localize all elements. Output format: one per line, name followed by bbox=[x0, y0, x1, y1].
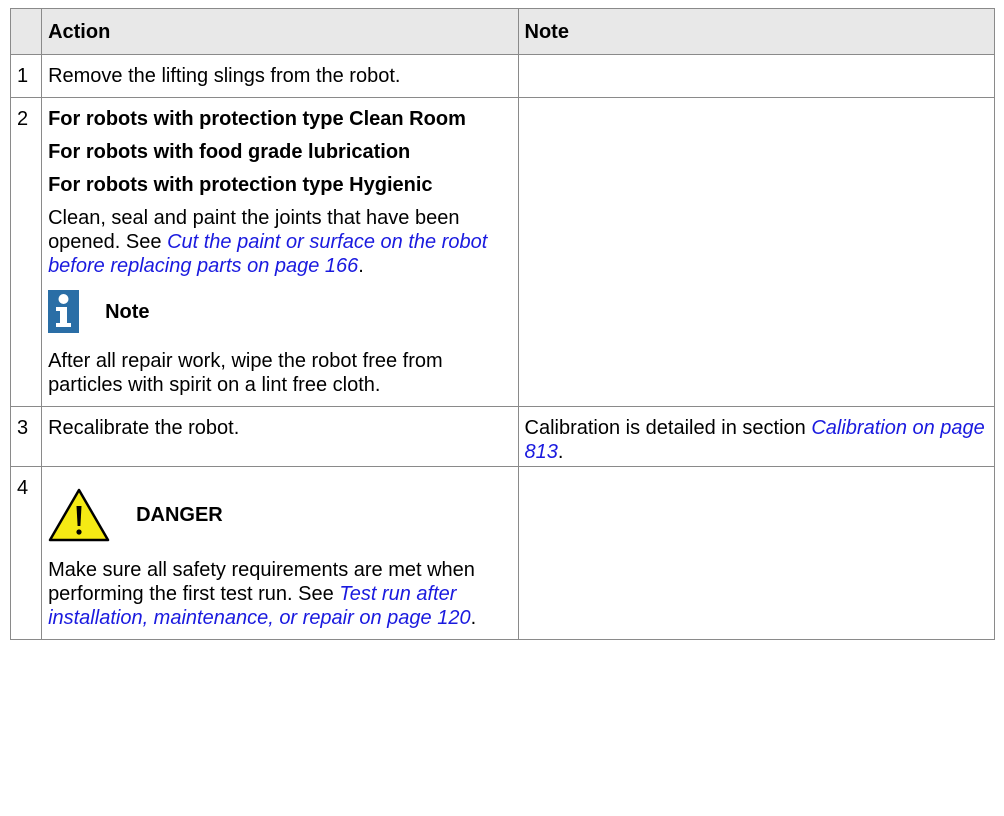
danger-admonition: DANGER bbox=[48, 488, 511, 542]
note-cell bbox=[517, 97, 996, 407]
note-cell bbox=[517, 466, 996, 640]
instruction-suffix: . bbox=[358, 255, 364, 277]
instruction-paragraph: Clean, seal and paint the joints that ha… bbox=[48, 206, 511, 278]
step-number: 3 bbox=[9, 406, 43, 467]
action-cell: For robots with protection type Clean Ro… bbox=[41, 97, 519, 407]
note-cell: Calibration is detailed in section Calib… bbox=[517, 406, 996, 467]
action-cell: Recalibrate the robot. bbox=[41, 406, 519, 467]
condition-heading: For robots with protection type Hygienic bbox=[48, 174, 433, 196]
table-row: 3 Recalibrate the robot. Calibration is … bbox=[9, 406, 996, 467]
note-text: Calibration is detailed in section bbox=[524, 417, 812, 439]
header-number bbox=[9, 8, 43, 55]
note-cell bbox=[517, 54, 996, 98]
procedure-table: Action Note 1 Remove the lifting slings … bbox=[9, 8, 996, 640]
action-cell: Remove the lifting slings from the robot… bbox=[41, 54, 519, 98]
instruction-suffix: . bbox=[470, 607, 477, 629]
header-action: Action bbox=[41, 8, 519, 55]
note-admonition: Note bbox=[48, 290, 511, 333]
table-row: 1 Remove the lifting slings from the rob… bbox=[9, 54, 996, 98]
info-note-icon bbox=[48, 290, 80, 333]
condition-heading: For robots with protection type Clean Ro… bbox=[48, 108, 466, 130]
header-note: Note bbox=[517, 8, 996, 55]
table-row: 2 For robots with protection type Clean … bbox=[9, 97, 996, 407]
note-suffix: . bbox=[557, 441, 564, 463]
table-header-row: Action Note bbox=[9, 8, 996, 55]
warning-triangle-icon bbox=[48, 488, 110, 542]
step-number: 1 bbox=[9, 54, 43, 98]
admonition-body: After all repair work, wipe the robot fr… bbox=[48, 350, 443, 396]
step-number: 2 bbox=[9, 97, 43, 407]
action-cell: DANGER Make sure all safety requirements… bbox=[41, 466, 519, 640]
admonition-title: Note bbox=[105, 300, 150, 323]
admonition-title: DANGER bbox=[136, 504, 223, 526]
table-row: 4 DANGER Make sure all safety requiremen… bbox=[9, 466, 996, 640]
instruction-paragraph: Make sure all safety requirements are me… bbox=[48, 558, 511, 630]
step-number: 4 bbox=[9, 466, 43, 640]
condition-heading: For robots with food grade lubrication bbox=[48, 141, 411, 163]
